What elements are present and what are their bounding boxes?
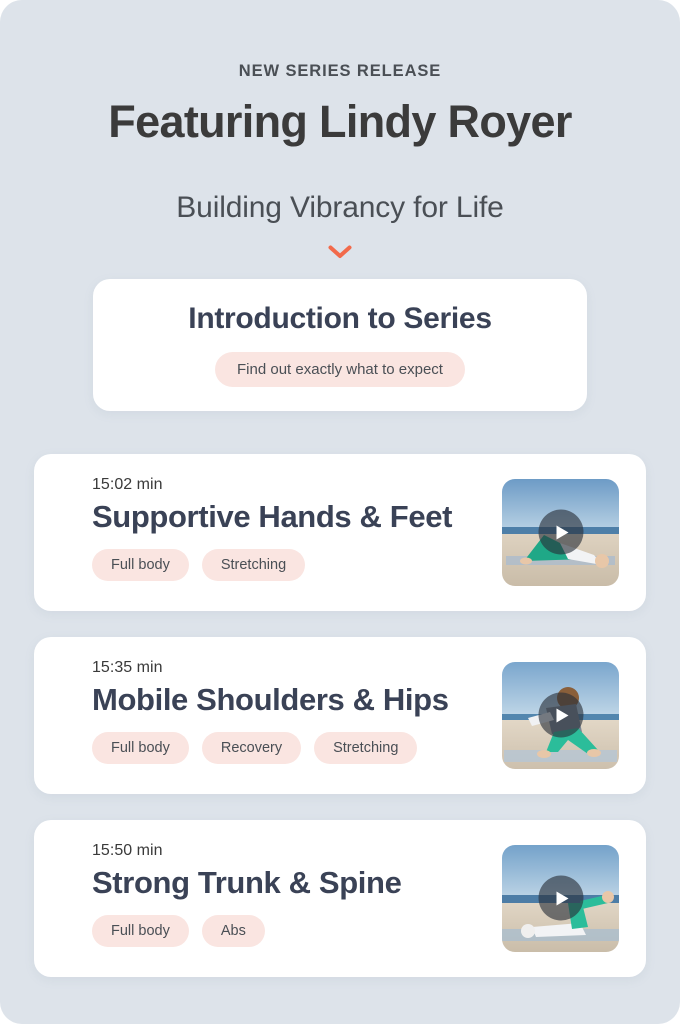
video-card[interactable]: 15:50 min Strong Trunk & Spine Full body…	[34, 819, 646, 977]
eyebrow-label: NEW SERIES RELEASE	[238, 62, 442, 80]
video-thumbnail[interactable]	[502, 844, 619, 952]
app-container: NEW SERIES RELEASE Featuring Lindy Royer…	[0, 0, 680, 1024]
page-subtitle: Building Vibrancy for Life	[176, 190, 504, 224]
chevron-down-icon[interactable]	[0, 241, 680, 263]
intro-series-card[interactable]: Introduction to Series Find out exactly …	[93, 278, 587, 411]
play-icon[interactable]	[538, 509, 583, 555]
video-tag[interactable]: Full body	[92, 732, 189, 765]
video-tag[interactable]: Full body	[92, 915, 189, 948]
video-tag[interactable]: Full body	[92, 549, 189, 582]
video-tag[interactable]: Recovery	[201, 732, 302, 765]
video-thumbnail[interactable]	[502, 478, 619, 586]
video-thumbnail[interactable]	[502, 661, 619, 769]
video-tag[interactable]: Abs	[201, 915, 265, 948]
intro-card-pill: Find out exactly what to expect	[215, 352, 465, 387]
play-icon[interactable]	[538, 692, 583, 738]
page-title: Featuring Lindy Royer	[108, 96, 572, 147]
video-tag[interactable]: Stretching	[201, 549, 306, 582]
intro-card-title: Introduction to Series	[188, 302, 492, 335]
video-card[interactable]: 15:02 min Supportive Hands & Feet Full b…	[34, 453, 646, 611]
page-header: NEW SERIES RELEASE Featuring Lindy Royer…	[0, 0, 680, 263]
video-tag[interactable]: Stretching	[314, 732, 418, 765]
play-icon[interactable]	[538, 875, 583, 921]
video-list: 15:02 min Supportive Hands & Feet Full b…	[0, 453, 680, 977]
video-card[interactable]: 15:35 min Mobile Shoulders & Hips Full b…	[34, 636, 646, 794]
